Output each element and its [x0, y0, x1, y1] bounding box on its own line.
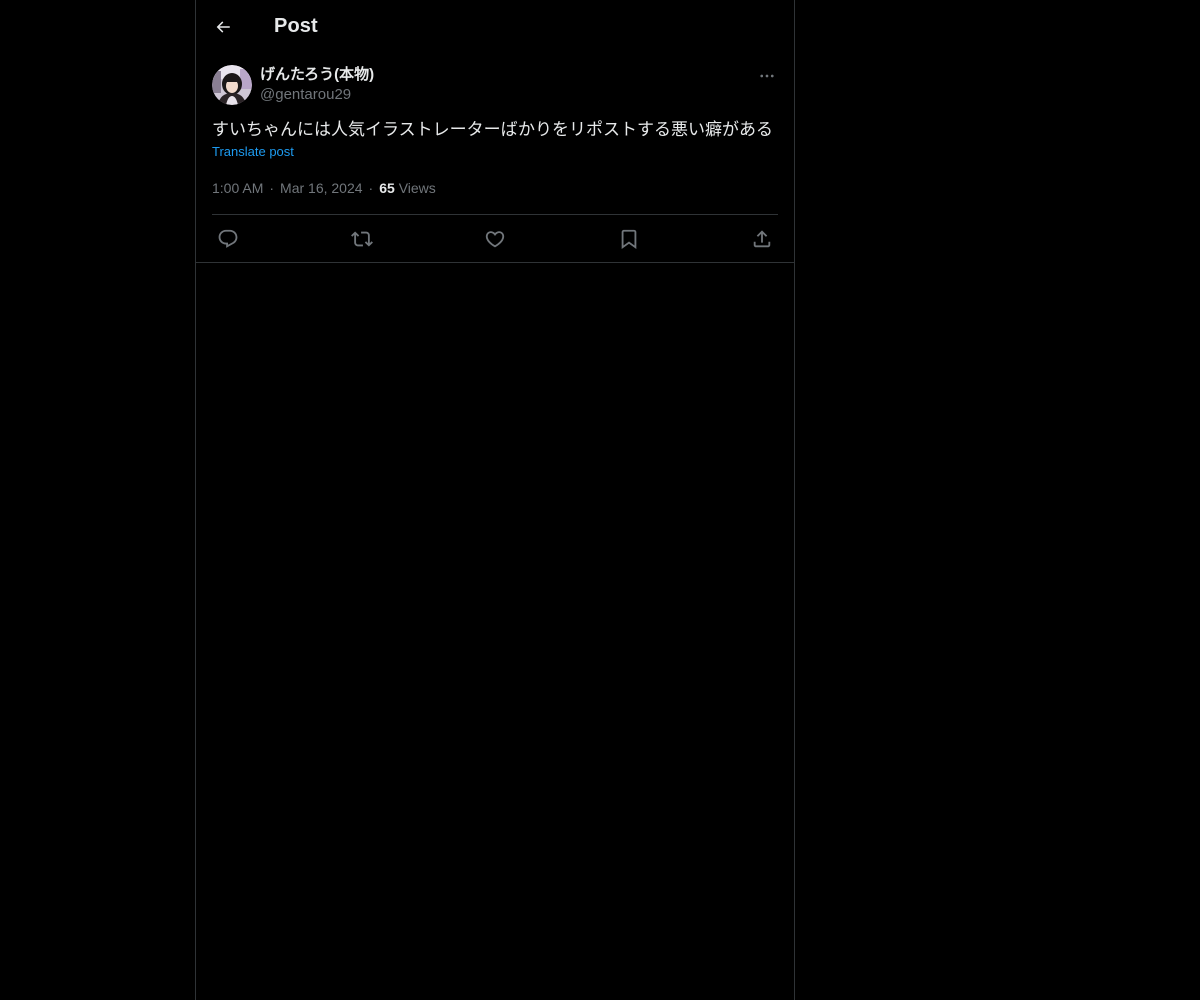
- more-horizontal-icon: [760, 74, 774, 78]
- author-display-name[interactable]: げんたろう(本物): [260, 65, 374, 85]
- bookmark-button[interactable]: [617, 227, 641, 251]
- avatar[interactable]: [212, 65, 252, 105]
- post-metadata: 1:00 AM · Mar 16, 2024 · 65 Views: [212, 178, 778, 215]
- arrow-left-icon: [216, 20, 230, 33]
- views-count: 65: [379, 180, 395, 196]
- repost-icon: [350, 231, 373, 246]
- post-text: すいちゃんには人気イラストレーターばかりをリポストする悪い癖がある: [212, 120, 773, 139]
- primary-column: Post げんたろう(本物) @gentarou29 すいちゃんには人気イラスト…: [195, 0, 795, 1000]
- reply-icon: [218, 229, 238, 248]
- avatar-image-icon: [212, 65, 252, 105]
- page-title: Post: [274, 15, 318, 37]
- meta-separator: ·: [368, 180, 374, 196]
- like-button[interactable]: [483, 227, 507, 251]
- author-row: げんたろう(本物) @gentarou29: [212, 65, 778, 105]
- post-article: げんたろう(本物) @gentarou29 すいちゃんには人気イラストレーターば…: [196, 53, 794, 263]
- author-info: げんたろう(本物) @gentarou29: [260, 65, 374, 105]
- page-header: Post: [196, 0, 794, 53]
- action-bar: [212, 215, 778, 262]
- back-button[interactable]: [206, 10, 240, 44]
- post-date[interactable]: Mar 16, 2024: [280, 180, 363, 196]
- more-options-button[interactable]: [756, 65, 778, 87]
- author-handle[interactable]: @gentarou29: [260, 85, 374, 105]
- share-icon: [753, 229, 771, 247]
- reply-button[interactable]: [216, 227, 240, 251]
- views-label: Views: [398, 180, 436, 196]
- post-time[interactable]: 1:00 AM: [212, 180, 263, 196]
- like-icon: [485, 230, 505, 247]
- bookmark-icon: [621, 229, 636, 249]
- share-button[interactable]: [750, 227, 774, 251]
- repost-button[interactable]: [350, 227, 374, 251]
- meta-separator: ·: [269, 180, 275, 196]
- translate-post-link[interactable]: Translate post: [212, 143, 294, 161]
